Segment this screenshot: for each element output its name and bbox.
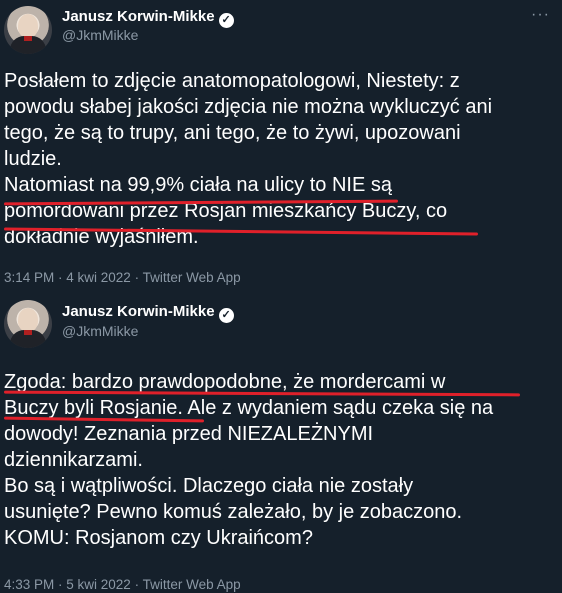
author-handle[interactable]: @JkmMikke xyxy=(62,323,138,339)
tweet-line: KOMU: Rosjanom czy Ukraińcom? xyxy=(4,527,313,549)
avatar-face xyxy=(18,14,38,38)
tweet-line: dziennikarzami. xyxy=(4,449,143,471)
avatar[interactable] xyxy=(4,6,52,54)
author-handle[interactable]: @JkmMikke xyxy=(62,27,138,43)
more-options-icon[interactable]: ··· xyxy=(531,6,550,24)
tweet-line: dowody! Zeznania przed NIEZALEŻNYMI xyxy=(4,423,374,445)
tweet-text: Posłałem to zdjęcie anatomopatologowi, N… xyxy=(4,68,560,250)
tweet-text: Zgoda: bardzo prawdopodobne, że morderca… xyxy=(4,369,560,551)
avatar-bowtie xyxy=(24,36,32,41)
tweet-line: Bo są i wątpliwości. Dlaczego ciała nie … xyxy=(4,475,414,497)
author-name[interactable]: Janusz Korwin-Mikke ✓ xyxy=(62,8,234,28)
tweet-timestamp[interactable]: 3:14 PM · 4 kwi 2022 · Twitter Web App xyxy=(4,270,241,285)
tweet-line: tego, że są to trupy, ani tego, że to ży… xyxy=(4,122,461,144)
tweet-1: Janusz Korwin-Mikke ✓ @JkmMikke ··· Posła… xyxy=(0,0,562,290)
tweet-line: Posłałem to zdjęcie anatomopatologowi, N… xyxy=(4,70,460,92)
verified-badge-icon: ✓ xyxy=(218,13,234,28)
tweet-line: Natomiast na 99,9% ciała na ulicy to NIE… xyxy=(4,174,392,196)
tweet-line: powodu słabej jakości zdjęcia nie można … xyxy=(4,96,493,118)
avatar[interactable] xyxy=(4,300,52,348)
avatar-face xyxy=(18,308,38,332)
tweet-timestamp[interactable]: 4:33 PM · 5 kwi 2022 · Twitter Web App xyxy=(4,577,241,592)
verified-badge-icon: ✓ xyxy=(218,308,234,323)
tweet-line: usunięte? Pewno komuś zależało, by je zo… xyxy=(4,501,463,523)
avatar-bowtie xyxy=(24,330,32,335)
tweet-2: Janusz Korwin-Mikke ✓ @JkmMikke Zgoda: ba… xyxy=(0,292,562,593)
author-name[interactable]: Janusz Korwin-Mikke ✓ xyxy=(62,303,234,323)
tweet-line: ludzie. xyxy=(4,148,62,170)
